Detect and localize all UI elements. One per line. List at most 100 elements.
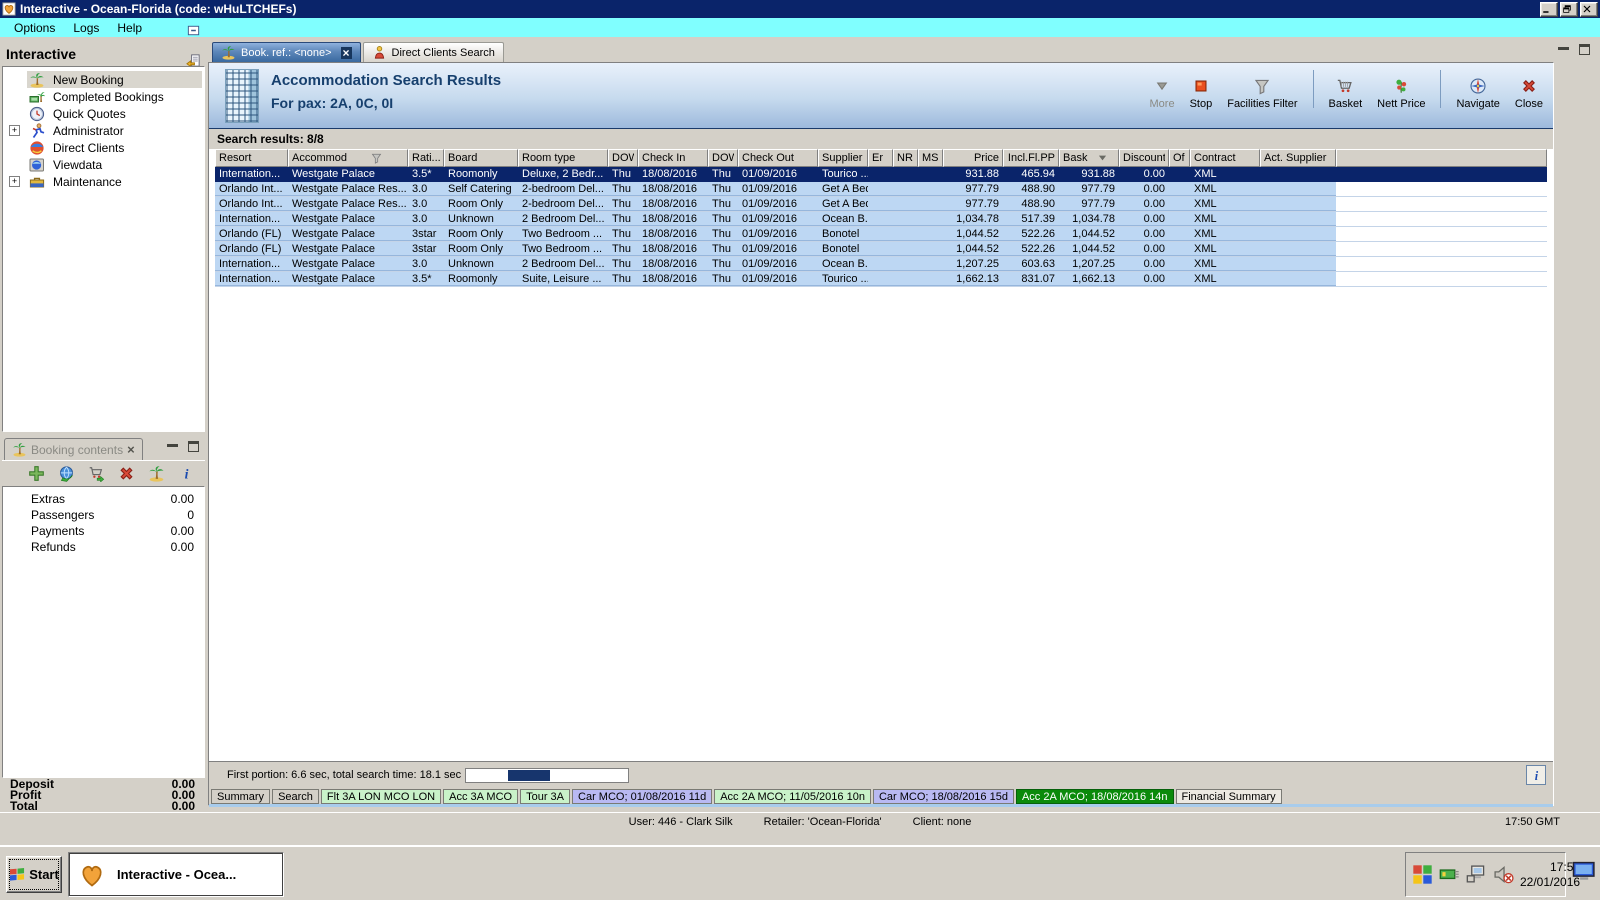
column-header-check-out[interactable]: Check Out	[738, 149, 818, 167]
navigate-button[interactable]: Navigate	[1456, 77, 1500, 110]
cell-check-in: 18/08/2016	[642, 273, 698, 285]
cell-check-out: 01/09/2016	[742, 243, 798, 255]
sidebar-item-quick-quotes[interactable]: Quick Quotes	[3, 105, 204, 122]
cell-er	[868, 257, 893, 271]
progress-fill	[508, 770, 551, 781]
close-panel-icon[interactable]: ×	[127, 443, 135, 456]
menu-logs[interactable]: Logs	[65, 20, 107, 36]
nic-icon[interactable]	[1439, 864, 1460, 885]
column-header-accommodation[interactable]: Accommodation	[288, 149, 408, 167]
cell-contract: XML	[1194, 258, 1217, 270]
result-row-3[interactable]: Orlando Int... Westgate Palace Res... 3.0 R…	[215, 197, 1547, 212]
column-header-basket[interactable]: Basket	[1059, 149, 1119, 167]
column-header-resort[interactable]: Resort	[215, 149, 288, 167]
booking-tab-acc-2a-mco-18-08-2016-14n[interactable]: Acc 2A MCO; 18/08/2016 14n	[1015, 789, 1174, 804]
column-label: Basket	[1063, 152, 1088, 164]
minimize-button[interactable]	[1540, 1, 1558, 17]
summary-row-passengers: Passengers 0	[3, 507, 204, 523]
result-row-8[interactable]: Internation... Westgate Palace 3.5* Roomonl…	[215, 272, 1547, 287]
result-row-6[interactable]: Orlando (FL) Westgate Palace 3star Room Onl…	[215, 242, 1547, 257]
cell-dow: Thu	[612, 243, 631, 255]
refresh-button[interactable]	[58, 465, 75, 482]
column-header-er[interactable]: Er	[868, 149, 893, 167]
result-row-4[interactable]: Internation... Westgate Palace 3.0 Unknown 2…	[215, 212, 1547, 227]
tab-direct-clients-search[interactable]: Direct Clients Search	[362, 42, 504, 62]
expand-toggle-icon[interactable]: +	[9, 125, 20, 136]
facilities-filter-button[interactable]: Facilities Filter	[1227, 77, 1298, 110]
cell-basket: 1,044.52	[1072, 243, 1115, 255]
column-header-supplier[interactable]: Supplier	[818, 149, 868, 167]
sidebar-item-new-booking[interactable]: New Booking	[3, 71, 204, 88]
result-row-1[interactable]: Internation... Westgate Palace 3.5* Roomonl…	[215, 167, 1547, 182]
avg-icon[interactable]	[1412, 864, 1433, 885]
booking-tab-financial-summary[interactable]: Financial Summary	[1175, 789, 1282, 804]
delete-button[interactable]	[118, 465, 135, 482]
booking-tab-acc-2a-mco-11-05-2016-10n[interactable]: Acc 2A MCO; 11/05/2016 10n	[714, 789, 871, 804]
sidebar-item-viewdata[interactable]: Viewdata	[3, 156, 204, 173]
column-header-of[interactable]: Of	[1169, 149, 1190, 167]
column-header-dow[interactable]: DOW	[608, 149, 638, 167]
booking-tab-acc-3a-mco[interactable]: Acc 3A MCO	[443, 789, 519, 804]
booking-contents-tab[interactable]: Booking contents ×	[4, 438, 143, 460]
sidebar-item-completed-bookings[interactable]: Completed Bookings	[3, 88, 204, 105]
sidebar-item-direct-clients[interactable]: Direct Clients	[3, 139, 204, 156]
column-header-incl-fl-pp[interactable]: Incl.Fl.PP	[1003, 149, 1059, 167]
expand-toggle-icon[interactable]: +	[9, 176, 20, 187]
column-header-board[interactable]: Board	[444, 149, 518, 167]
info-button[interactable]: i	[1526, 765, 1546, 785]
result-row-7[interactable]: Internation... Westgate Palace 3.0 Unknown 2…	[215, 257, 1547, 272]
add-button[interactable]	[28, 465, 45, 482]
collapse-panel-button[interactable]	[183, 21, 203, 39]
mute-icon[interactable]	[1493, 864, 1514, 885]
cell-check-in: 18/08/2016	[642, 168, 698, 180]
show-desktop-button[interactable]	[1572, 859, 1596, 883]
info-button[interactable]: i	[178, 465, 195, 482]
column-header-price[interactable]: Price	[943, 149, 1003, 167]
close-tab-icon[interactable]: ×	[340, 46, 352, 59]
sidebar-item-administrator[interactable]: + Administrator	[3, 122, 204, 139]
booking-tab-tour-3a[interactable]: Tour 3A	[520, 789, 571, 804]
more-button[interactable]: More	[1150, 77, 1175, 110]
booking-tab-car-mco-18-08-2016-15d[interactable]: Car MCO; 18/08/2016 15d	[872, 789, 1014, 804]
restore-button[interactable]	[1560, 1, 1578, 17]
cell-check-out: 01/09/2016	[742, 183, 798, 195]
stop-button[interactable]: Stop	[1190, 77, 1212, 110]
column-header-discount[interactable]: Discount	[1119, 149, 1169, 167]
column-label: DOW	[612, 152, 634, 164]
cell-er	[868, 242, 893, 256]
palm-tree-button[interactable]	[148, 465, 165, 482]
start-button[interactable]: Start	[6, 856, 62, 893]
close-button[interactable]: Close	[1515, 77, 1543, 110]
nett-price-button[interactable]: Nett Price	[1377, 77, 1425, 110]
pane-maximize-icon[interactable]	[1579, 44, 1590, 55]
menu-help[interactable]: Help	[109, 20, 150, 36]
results-subtitle: For pax: 2A, 0C, 0I	[271, 95, 394, 111]
column-header-contract[interactable]: Contract	[1190, 149, 1260, 167]
restore-icon	[1561, 2, 1573, 16]
column-header-nr[interactable]: NR	[893, 149, 918, 167]
panel-minimize-icon[interactable]	[167, 444, 178, 447]
basket-button[interactable]: Basket	[1329, 77, 1362, 110]
booking-tab-search[interactable]: Search	[272, 789, 319, 804]
sidebar-item-maintenance[interactable]: + Maintenance	[3, 173, 204, 190]
column-header-room-type[interactable]: Room type	[518, 149, 608, 167]
tab-book-ref-none[interactable]: Book. ref.: <none> ×	[212, 42, 361, 62]
column-header-check-in[interactable]: Check In	[638, 149, 708, 167]
close-button[interactable]	[1580, 1, 1598, 17]
pane-minimize-icon[interactable]	[1558, 47, 1569, 50]
booking-tab-summary[interactable]: Summary	[211, 789, 271, 804]
netpc-icon[interactable]	[1466, 864, 1487, 885]
taskbar-task-button[interactable]: Interactive - Ocea...	[68, 852, 284, 897]
column-header-rati[interactable]: Rati...	[408, 149, 444, 167]
result-row-5[interactable]: Orlando (FL) Westgate Palace 3star Room Onl…	[215, 227, 1547, 242]
column-header-dow[interactable]: DOW	[708, 149, 738, 167]
column-label: Discount	[1123, 152, 1165, 164]
column-header-ms[interactable]: MS	[918, 149, 943, 167]
booking-tab-car-mco-01-08-2016-11d[interactable]: Car MCO; 01/08/2016 11d	[572, 789, 713, 804]
basket-move-button[interactable]	[88, 465, 105, 482]
menu-options[interactable]: Options	[6, 20, 63, 36]
column-header-act-supplier[interactable]: Act. Supplier	[1260, 149, 1336, 167]
result-row-2[interactable]: Orlando Int... Westgate Palace Res... 3.0 S…	[215, 182, 1547, 197]
panel-maximize-icon[interactable]	[188, 441, 199, 452]
booking-tab-flt-3a-lon-mco-lon[interactable]: Flt 3A LON MCO LON	[320, 789, 442, 804]
